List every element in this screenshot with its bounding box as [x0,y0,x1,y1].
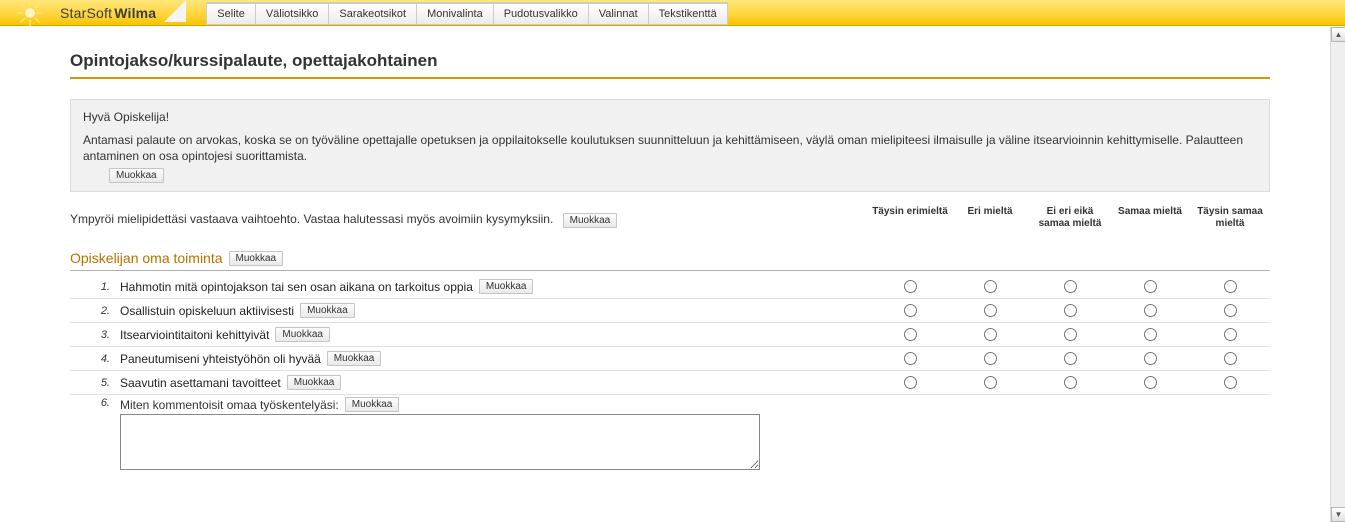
edit-button-question[interactable]: Muokkaa [327,351,382,366]
page-title: Opintojakso/kurssipalaute, opettajakohta… [70,51,1270,79]
radio-option[interactable] [1064,376,1077,389]
question-radios [870,280,1270,293]
radio-option[interactable] [904,328,917,341]
brand-product: Wilma [114,5,156,21]
question-text: Itsearviointitaitoni kehittyivät [120,328,269,342]
question-number: 4. [70,353,120,365]
radio-option[interactable] [984,352,997,365]
edit-button-question[interactable]: Muokkaa [300,303,355,318]
menubar-diagonal-decoration [164,0,186,22]
free-question-label: Miten kommentoisit omaa työskentelyäsi: [120,398,339,412]
scale-header-3: Ei eri eikä samaa mieltä [1030,206,1110,230]
question-row-free: 6. Miten kommentoisit omaa työskentelyäs… [70,395,1270,472]
radio-option[interactable] [1144,280,1157,293]
edit-button-question[interactable]: Muokkaa [287,375,342,390]
radio-option[interactable] [1144,328,1157,341]
question-number: 1. [70,281,120,293]
app-header: StarSoft Wilma Selite Väliotsikko Sarake… [0,0,1345,26]
section-heading: Opiskelijan oma toiminta [70,250,223,266]
question-row: 3. Itsearviointitaitoni kehittyivät Muok… [70,323,1270,347]
edit-button-section[interactable]: Muokkaa [229,251,284,266]
radio-option[interactable] [1064,328,1077,341]
radio-option[interactable] [1064,280,1077,293]
vertical-scrollbar[interactable]: ▲ ▼ [1330,27,1345,522]
radio-option[interactable] [1144,304,1157,317]
instructions: Ympyröi mielipidettäsi vastaava vaihtoeh… [70,206,617,227]
radio-option[interactable] [1144,352,1157,365]
radio-option[interactable] [984,304,997,317]
menu-item-monivalinta[interactable]: Monivalinta [417,3,494,25]
scale-headers: Täysin erimieltä Eri mieltä Ei eri eikä … [870,206,1270,230]
radio-option[interactable] [1224,352,1237,365]
radio-option[interactable] [1224,376,1237,389]
menu-item-valinnat[interactable]: Valinnat [589,3,649,25]
question-text: Hahmotin mitä opintojakson tai sen osan … [120,280,473,294]
question-radios [870,304,1270,317]
question-number: 5. [70,377,120,389]
radio-option[interactable] [984,280,997,293]
question-text: Saavutin asettamani tavoitteet [120,376,281,390]
content-scroll-area: Opintojakso/kurssipalaute, opettajakohta… [0,27,1330,522]
radio-option[interactable] [1224,304,1237,317]
edit-button-question[interactable]: Muokkaa [345,397,400,412]
radio-option[interactable] [904,280,917,293]
radio-option[interactable] [1144,376,1157,389]
menu-item-tekstikentta[interactable]: Tekstikenttä [649,3,728,25]
scale-header-1: Täysin erimieltä [870,206,950,230]
radio-option[interactable] [1064,352,1077,365]
question-number: 6. [70,397,120,409]
menubar: Selite Väliotsikko Sarakeotsikot Monival… [206,2,727,24]
question-radios [870,328,1270,341]
intro-greeting: Hyvä Opiskelija! [83,110,1257,124]
question-number: 3. [70,329,120,341]
question-text: Osallistuin opiskeluun aktiivisesti [120,304,294,318]
edit-button-question[interactable]: Muokkaa [479,279,534,294]
intro-box: Hyvä Opiskelija! Antamasi palaute on arv… [70,99,1270,192]
radio-option[interactable] [984,376,997,389]
question-row: 2. Osallistuin opiskeluun aktiivisesti M… [70,299,1270,323]
star-icon [0,0,60,26]
free-response-textarea[interactable] [120,414,760,470]
radio-option[interactable] [904,352,917,365]
radio-option[interactable] [1224,328,1237,341]
question-radios [870,376,1270,389]
intro-body: Antamasi palaute on arvokas, koska se on… [83,132,1257,164]
question-row: 4. Paneutumiseni yhteistyöhön oli hyvää … [70,347,1270,371]
radio-option[interactable] [904,376,917,389]
brand-company: StarSoft [60,5,112,21]
menu-item-selite[interactable]: Selite [206,3,256,25]
edit-button-intro[interactable]: Muokkaa [109,168,164,183]
question-row: 1. Hahmotin mitä opintojakson tai sen os… [70,275,1270,299]
scale-header-2: Eri mieltä [950,206,1030,230]
radio-option[interactable] [1224,280,1237,293]
question-text: Paneutumiseni yhteistyöhön oli hyvää [120,352,321,366]
question-radios [870,352,1270,365]
scale-header-4: Samaa mieltä [1110,206,1190,230]
menu-item-sarakeotsikot[interactable]: Sarakeotsikot [329,3,417,25]
question-row: 5. Saavutin asettamani tavoitteet Muokka… [70,371,1270,395]
edit-button-question[interactable]: Muokkaa [275,327,330,342]
scroll-down-button[interactable]: ▼ [1331,507,1345,522]
radio-option[interactable] [904,304,917,317]
edit-button-instructions[interactable]: Muokkaa [563,213,618,228]
scale-header-5: Täysin samaa mieltä [1190,206,1270,230]
scroll-up-button[interactable]: ▲ [1331,27,1345,42]
menu-item-pudotusvalikko[interactable]: Pudotusvalikko [494,3,589,25]
radio-option[interactable] [1064,304,1077,317]
question-number: 2. [70,305,120,317]
instructions-text: Ympyröi mielipidettäsi vastaava vaihtoeh… [70,212,553,226]
menu-item-valiotsikko[interactable]: Väliotsikko [256,3,330,25]
radio-option[interactable] [984,328,997,341]
questions-list: 1. Hahmotin mitä opintojakson tai sen os… [70,275,1270,472]
